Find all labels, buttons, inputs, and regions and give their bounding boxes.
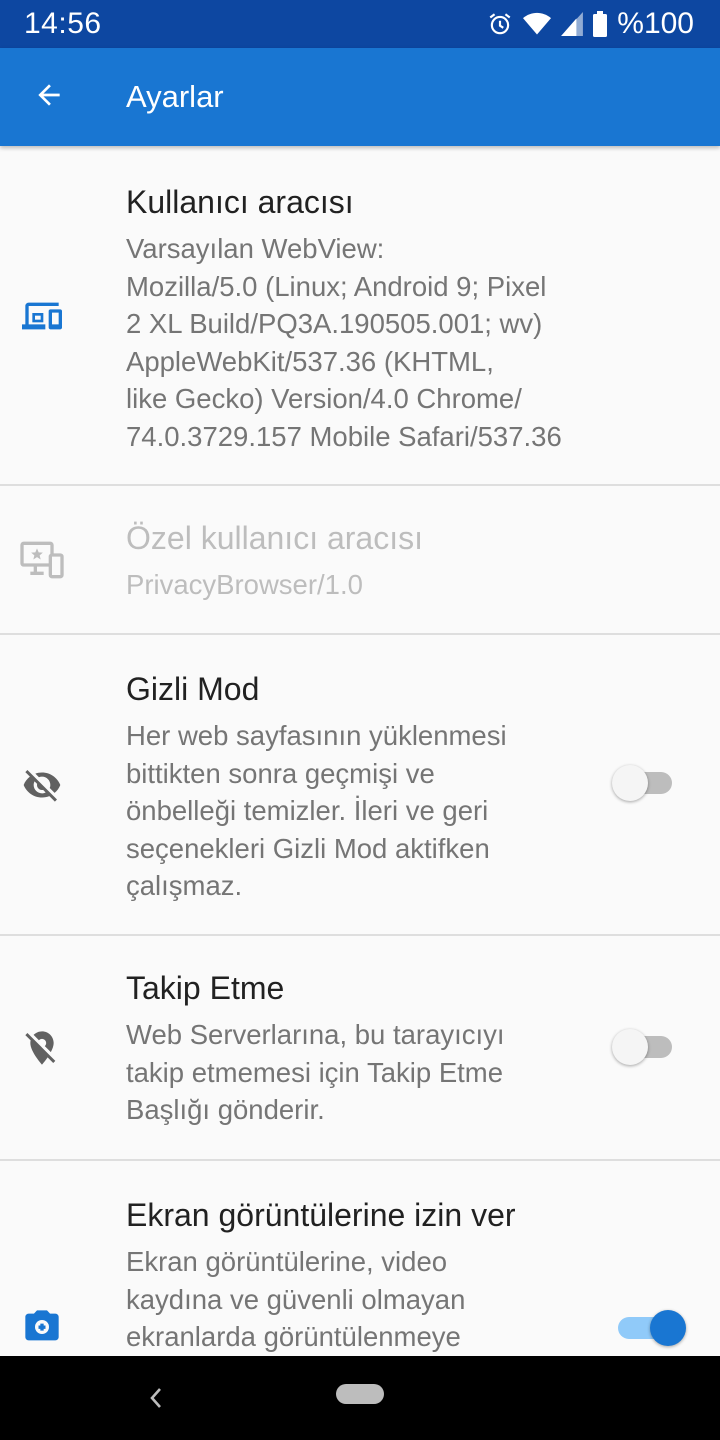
pref-summary: PrivacyBrowser/1.0 — [126, 566, 596, 604]
summary-line: seçenekleri Gizli Mod aktifken — [126, 832, 490, 864]
summary-line: AppleWebKit/537.36 (KHTML, — [126, 345, 494, 377]
pref-title: Takip Etme — [126, 970, 285, 1006]
do-not-track-switch[interactable] — [612, 1026, 674, 1066]
location-off-icon — [20, 1026, 64, 1070]
wifi-icon — [523, 12, 552, 36]
pref-title: Gizli Mod — [126, 671, 260, 707]
status-time: 14:56 — [24, 7, 102, 40]
summary-line: ekranlarda görüntülenmeye — [126, 1321, 461, 1352]
back-button[interactable] — [0, 48, 98, 146]
pref-user-agent[interactable]: Kullanıcı aracısı Varsayılan WebView: Mo… — [0, 146, 720, 486]
summary-line: PrivacyBrowser/1.0 — [126, 569, 363, 600]
battery-icon — [593, 11, 608, 37]
navigation-bar — [0, 1356, 720, 1440]
summary-line: Her web sayfasının yüklenmesi — [126, 720, 507, 751]
pref-summary: Varsayılan WebView: Mozilla/5.0 (Linux; … — [126, 230, 596, 455]
pref-title: Kullanıcı aracısı — [126, 184, 354, 220]
allow-screenshots-switch[interactable] — [612, 1307, 686, 1347]
battery-percent: %100 — [617, 7, 694, 40]
custom-device-icon — [20, 538, 64, 582]
summary-line: like Gecko) Version/4.0 Chrome/ — [126, 383, 522, 414]
summary-line: bittikten sonra geçmişi ve — [126, 757, 435, 789]
app-bar: Ayarlar — [0, 48, 720, 146]
summary-line: önbelleği temizler. İleri ve geri — [126, 795, 489, 826]
status-icons: %100 — [487, 7, 694, 41]
pref-summary: Web Serverlarına, bu tarayıcıyı takip et… — [126, 1016, 596, 1129]
summary-line: 2 XL Build/PQ3A.190505.001; wv) — [126, 308, 543, 339]
chevron-left-icon — [150, 1388, 161, 1408]
summary-line: Ekran görüntülerine, video — [126, 1246, 448, 1277]
pref-summary: Her web sayfasının yüklenmesi bittikten … — [126, 717, 596, 905]
incognito-switch[interactable] — [612, 762, 674, 802]
summary-line: Mozilla/5.0 (Linux; Android 9; Pixel — [126, 270, 547, 302]
summary-line: takip etmemesi için Takip Etme — [126, 1056, 503, 1088]
summary-line: kaydına ve güvenli olmayan — [126, 1283, 466, 1315]
settings-list[interactable]: Kullanıcı aracısı Varsayılan WebView: Mo… — [0, 146, 720, 1356]
summary-line: çalışmaz. — [126, 870, 243, 901]
pref-allow-screenshots[interactable]: Ekran görüntülerine izin ver Ekran görün… — [0, 1161, 720, 1356]
summary-line: 74.0.3729.157 Mobile Safari/537.36 — [126, 420, 562, 452]
devices-icon — [20, 294, 64, 338]
pref-summary: Ekran görüntülerine, video kaydına ve gü… — [126, 1243, 596, 1356]
visibility-off-icon — [20, 763, 64, 807]
summary-line: Web Serverlarına, bu tarayıcıyı — [126, 1019, 505, 1050]
switch-thumb — [650, 1310, 686, 1346]
pref-incognito-mode[interactable]: Gizli Mod Her web sayfasının yüklenmesi … — [0, 635, 720, 936]
pref-title: Ekran görüntülerine izin ver — [126, 1197, 516, 1233]
status-bar: 14:56 %100 — [0, 0, 720, 48]
summary-line: Varsayılan WebView: — [126, 233, 385, 264]
switch-thumb — [612, 765, 648, 801]
pref-do-not-track[interactable]: Takip Etme Web Serverlarına, bu tarayıcı… — [0, 936, 720, 1161]
cell-signal-icon — [561, 12, 584, 36]
camera-icon — [20, 1305, 64, 1349]
arrow-back-icon — [33, 79, 65, 116]
pref-title: Özel kullanıcı aracısı — [126, 520, 423, 556]
alarm-icon — [487, 11, 513, 37]
page-title: Ayarlar — [126, 79, 224, 114]
nav-home-pill[interactable] — [336, 1384, 384, 1404]
switch-thumb — [612, 1029, 648, 1065]
pref-custom-user-agent: Özel kullanıcı aracısı PrivacyBrowser/1.… — [0, 486, 720, 635]
nav-back-button[interactable] — [146, 1386, 166, 1410]
summary-line: Başlığı gönderir. — [126, 1094, 325, 1125]
